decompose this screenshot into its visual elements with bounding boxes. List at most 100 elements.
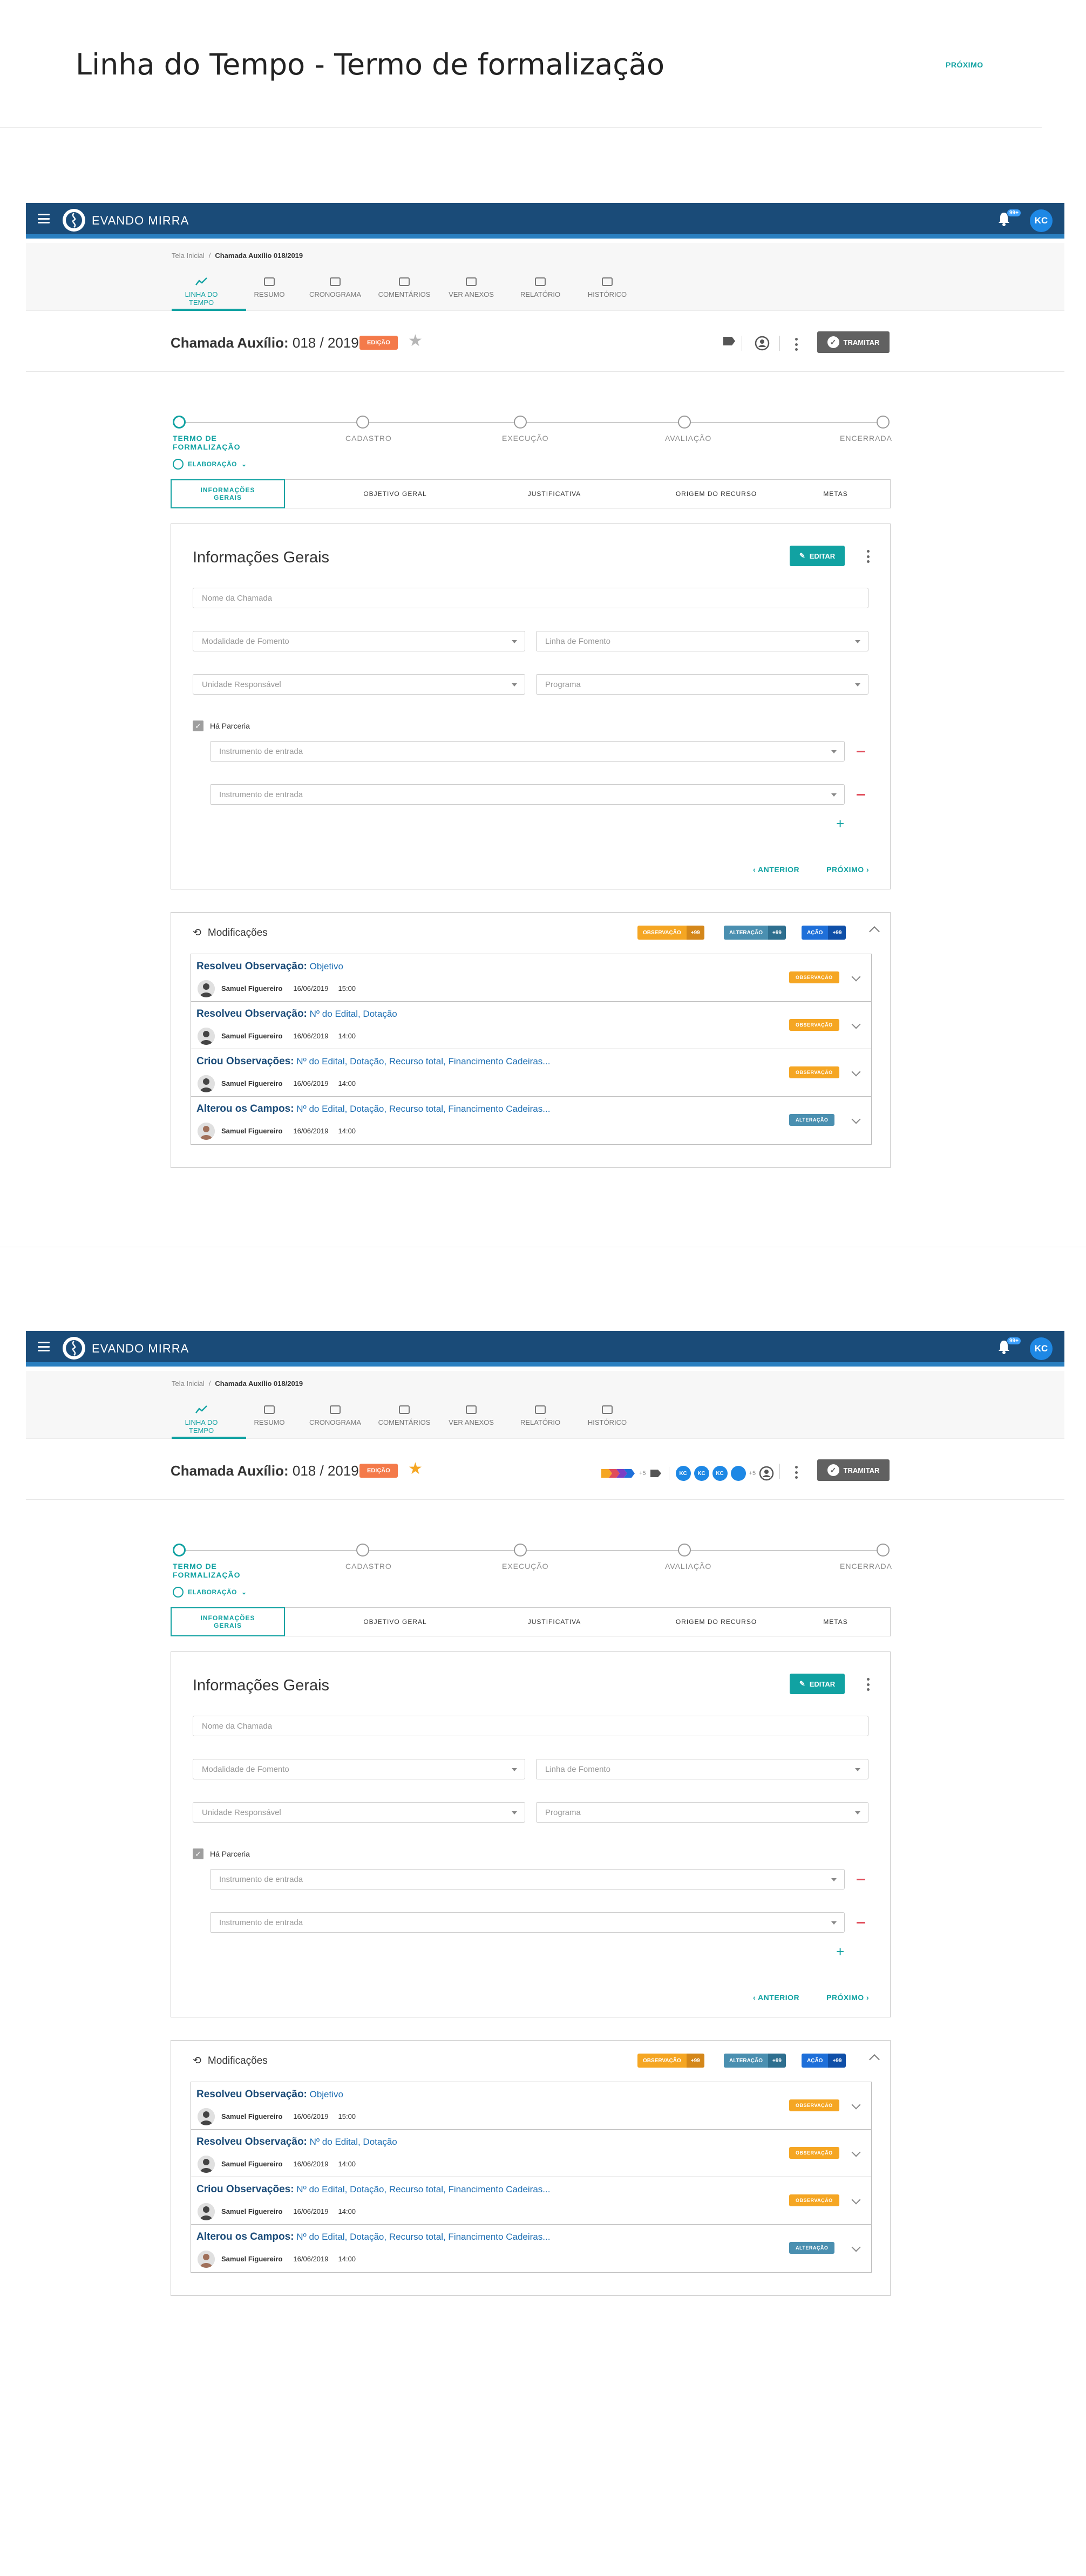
modalidade-select[interactable]: Modalidade de Fomento [193, 1759, 525, 1779]
modification-item[interactable]: Alterou os Campos: Nº do Edital, Dotação… [191, 1097, 871, 1144]
favorite-star-icon[interactable]: ★ [408, 331, 423, 350]
tab-histórico[interactable]: HISTÓRICO [578, 1404, 637, 1426]
programa-select[interactable]: Programa [536, 1802, 868, 1823]
unidade-select[interactable]: Unidade Responsável [193, 1802, 525, 1823]
phase-selector[interactable]: ELABORAÇÃO ⌄ [173, 459, 247, 470]
tramitar-button[interactable]: ✓ TRAMITAR [817, 331, 890, 353]
section-tab-2[interactable]: OBJETIVO GERAL [306, 1608, 484, 1636]
count-badge-1[interactable]: OBSERVAÇÃO +99 [637, 2054, 704, 2068]
hamburger-menu-icon[interactable] [38, 1342, 50, 1351]
nome-chamada-input[interactable]: Nome da Chamada [193, 588, 868, 608]
linha-select[interactable]: Linha de Fomento [536, 631, 868, 651]
participant-avatar[interactable]: KC [694, 1466, 709, 1481]
section-tab-3[interactable]: JUSTIFICATIVA [473, 480, 635, 508]
parceria-checkbox[interactable]: ✓ Há Parceria [193, 1848, 250, 1859]
chevron-down-icon[interactable] [851, 972, 861, 982]
tab-ver-anexos[interactable]: VER ANEXOS [442, 276, 501, 298]
notification-bell-icon[interactable]: 99+ [997, 1337, 1021, 1356]
participant-avatar[interactable]: KC [675, 1466, 691, 1481]
modification-item[interactable]: Criou Observações: Nº do Edital, Dotação… [191, 1049, 871, 1097]
chevron-down-icon[interactable] [851, 1019, 861, 1029]
participant-avatar[interactable]: KC [712, 1466, 728, 1481]
count-badge-3[interactable]: AÇÃO +99 [802, 926, 846, 940]
phase-selector[interactable]: ELABORAÇÃO ⌄ [173, 1587, 247, 1598]
step-1-circle[interactable] [173, 1544, 186, 1557]
modification-item[interactable]: Resolveu Observação: Objetivo Samuel Figu… [191, 954, 871, 1002]
step-4-circle[interactable] [678, 416, 691, 429]
linha-select[interactable]: Linha de Fomento [536, 1759, 868, 1779]
step-1-circle[interactable] [173, 416, 186, 429]
unidade-select[interactable]: Unidade Responsável [193, 674, 525, 695]
add-instrumento-icon[interactable]: + [836, 815, 844, 832]
section-tab-1[interactable]: INFORMAÇÕES GERAIS [171, 479, 285, 508]
tab-linha-do-tempo[interactable]: LINHA DO TEMPO [172, 1404, 231, 1435]
tab-resumo[interactable]: RESUMO [240, 1404, 299, 1426]
count-badge-3[interactable]: AÇÃO +99 [802, 2054, 846, 2068]
step-4-circle[interactable] [678, 1544, 691, 1557]
edit-button[interactable]: ✎ EDITAR [790, 1674, 845, 1694]
tab-relatório[interactable]: RELATÓRIO [511, 1404, 570, 1426]
instrumento-select-2[interactable]: Instrumento de entrada [210, 1912, 845, 1933]
collapse-icon[interactable] [869, 2054, 880, 2065]
section-tab-2[interactable]: OBJETIVO GERAL [306, 480, 484, 508]
tab-resumo[interactable]: RESUMO [240, 276, 299, 298]
programa-select[interactable]: Programa [536, 674, 868, 695]
anterior-button[interactable]: ‹ ANTERIOR [753, 865, 799, 874]
instrumento-select-2[interactable]: Instrumento de entrada [210, 784, 845, 805]
modification-item[interactable]: Resolveu Observação: Nº do Edital, Dotaç… [191, 2130, 871, 2177]
tab-histórico[interactable]: HISTÓRICO [578, 276, 637, 298]
header-more-icon[interactable] [795, 338, 798, 351]
count-badge-1[interactable]: OBSERVAÇÃO +99 [637, 926, 704, 940]
section-tab-1[interactable]: INFORMAÇÕES GERAIS [171, 1607, 285, 1636]
remove-instrumento-2-icon[interactable] [857, 1922, 865, 1923]
count-badge-2[interactable]: ALTERAÇÃO +99 [724, 2054, 786, 2068]
hamburger-menu-icon[interactable] [38, 214, 50, 223]
notification-bell-icon[interactable]: 99+ [997, 209, 1021, 228]
top-next-link[interactable]: PRÓXIMO [946, 60, 983, 69]
tab-cronograma[interactable]: CRONOGRAMA [306, 276, 365, 298]
chevron-down-icon[interactable] [851, 1114, 861, 1124]
instrumento-select-1[interactable]: Instrumento de entrada [210, 1869, 845, 1889]
tab-comentários[interactable]: COMENTÁRIOS [375, 1404, 434, 1426]
remove-instrumento-2-icon[interactable] [857, 794, 865, 796]
user-avatar[interactable]: KC [1030, 1337, 1053, 1360]
breadcrumb-home[interactable]: Tela Inicial [172, 1379, 205, 1388]
label-tag-icon[interactable] [722, 336, 736, 352]
tab-ver-anexos[interactable]: VER ANEXOS [442, 1404, 501, 1426]
edit-button[interactable]: ✎ EDITAR [790, 546, 845, 566]
card-more-icon[interactable] [866, 550, 870, 563]
modification-item[interactable]: Criou Observações: Nº do Edital, Dotação… [191, 2177, 871, 2225]
remove-instrumento-1-icon[interactable] [857, 751, 865, 752]
collapse-icon[interactable] [869, 926, 880, 937]
account-circle-icon[interactable] [759, 1466, 774, 1481]
chevron-down-icon[interactable] [851, 1067, 861, 1077]
card-more-icon[interactable] [866, 1678, 870, 1691]
modification-item[interactable]: Resolveu Observação: Objetivo Samuel Figu… [191, 2082, 871, 2130]
chevron-down-icon[interactable] [851, 2242, 861, 2252]
chevron-down-icon[interactable] [851, 2195, 861, 2205]
tab-relatório[interactable]: RELATÓRIO [511, 276, 570, 298]
chevron-down-icon[interactable] [851, 2100, 861, 2110]
section-tab-4[interactable]: ORIGEM DO RECURSO [635, 480, 797, 508]
step-3-circle[interactable] [514, 1544, 527, 1557]
proximo-button[interactable]: PRÓXIMO › [826, 1993, 869, 2002]
label-tag-icon[interactable] [649, 1469, 662, 1478]
tab-linha-do-tempo[interactable]: LINHA DO TEMPO [172, 276, 231, 307]
section-tab-5[interactable]: METAS [781, 480, 890, 508]
section-tab-5[interactable]: METAS [781, 1608, 890, 1636]
instrumento-select-1[interactable]: Instrumento de entrada [210, 741, 845, 762]
section-tab-4[interactable]: ORIGEM DO RECURSO [635, 1608, 797, 1636]
account-circle-icon[interactable] [755, 336, 770, 352]
step-2-circle[interactable] [356, 1544, 369, 1557]
tab-cronograma[interactable]: CRONOGRAMA [306, 1404, 365, 1426]
modification-item[interactable]: Alterou os Campos: Nº do Edital, Dotação… [191, 2225, 871, 2272]
tramitar-button[interactable]: ✓ TRAMITAR [817, 1459, 890, 1481]
proximo-button[interactable]: PRÓXIMO › [826, 865, 869, 874]
tab-comentários[interactable]: COMENTÁRIOS [375, 276, 434, 298]
modalidade-select[interactable]: Modalidade de Fomento [193, 631, 525, 651]
section-tab-3[interactable]: JUSTIFICATIVA [473, 1608, 635, 1636]
anterior-button[interactable]: ‹ ANTERIOR [753, 1993, 799, 2002]
header-more-icon[interactable] [795, 1466, 798, 1479]
count-badge-2[interactable]: ALTERAÇÃO +99 [724, 926, 786, 940]
step-2-circle[interactable] [356, 416, 369, 429]
